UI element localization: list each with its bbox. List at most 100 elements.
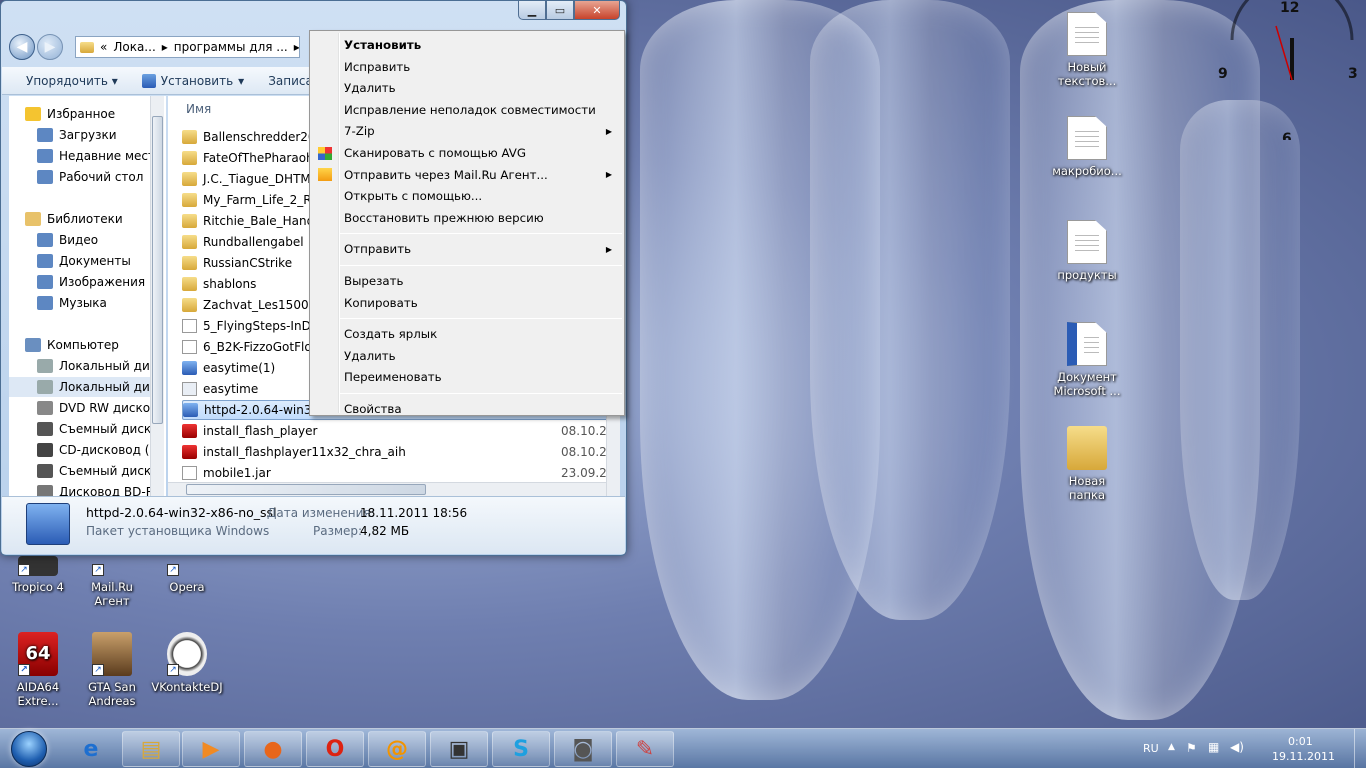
file-row[interactable]: install_flashplayer11x32_chra_aih 08.10.2… — [182, 442, 614, 462]
menu-item[interactable]: Отправить ▶ — [344, 239, 618, 259]
menu-item[interactable]: Удалить — [344, 78, 618, 98]
desktop-icon-new-text[interactable]: Новый текстов... — [1049, 12, 1125, 88]
folder-icon — [182, 214, 197, 228]
menu-item[interactable]: 7-Zip ▶ — [344, 121, 618, 141]
folder-icon — [182, 277, 197, 291]
nav-scrollbar[interactable] — [150, 96, 164, 496]
shortcut-arrow-icon: ↗ — [92, 664, 104, 676]
shortcut-arrow-icon: ↗ — [18, 664, 30, 676]
menu-item[interactable]: Создать ярлык — [344, 324, 618, 344]
menu-item[interactable]: Отправить через Mail.Ru Агент... ▶ — [318, 165, 618, 185]
burn-button[interactable]: Записа — [268, 74, 313, 88]
maximize-button[interactable]: ▭ — [546, 1, 574, 20]
taskbar-button[interactable]: ● — [244, 731, 302, 767]
start-button[interactable] — [3, 730, 55, 768]
flag-icon[interactable]: ⚑ — [1186, 741, 1197, 755]
desktop-icon-aida64[interactable]: 64 ↗ AIDA64 Extre... — [0, 632, 76, 708]
menu-separator — [340, 393, 622, 394]
taskbar-button[interactable]: e — [62, 731, 120, 767]
nav-item[interactable]: Дисковод BD-RC — [9, 482, 154, 496]
tray-expand-icon[interactable]: ▲ — [1168, 742, 1175, 752]
menu-item[interactable]: Копировать — [344, 293, 618, 313]
menu-item[interactable]: Установить — [344, 35, 618, 55]
show-desktop-button[interactable] — [1354, 729, 1366, 768]
desktop-icon-macrobio[interactable]: макробио... — [1049, 116, 1125, 178]
scrollbar-thumb[interactable] — [152, 116, 163, 424]
nav-item-label: Музыка — [59, 296, 107, 310]
star-icon — [25, 107, 41, 121]
menu-item[interactable]: Удалить — [344, 346, 618, 366]
details-filename: httpd-2.0.64-win32-x86-no_ssl — [86, 505, 277, 520]
install-button[interactable]: Установить ▾ — [141, 73, 244, 88]
nav-item[interactable]: Документы — [9, 251, 154, 271]
chevron-down-icon: ▾ — [111, 73, 118, 88]
menu-item[interactable]: Вырезать — [344, 271, 618, 291]
menu-item[interactable]: Свойства — [344, 399, 618, 419]
menu-item[interactable]: Открыть с помощью... — [344, 186, 618, 206]
shortcut-arrow-icon: ↗ — [167, 564, 179, 576]
minimize-button[interactable]: ▁ — [518, 1, 546, 20]
close-button[interactable]: ✕ — [574, 1, 620, 20]
nav-item[interactable]: Рабочий стол — [9, 167, 154, 187]
forward-button[interactable]: ▶ — [37, 34, 63, 60]
back-button[interactable]: ◀ — [9, 34, 35, 60]
menu-item[interactable]: Восстановить прежнюю версию — [344, 208, 618, 228]
taskbar-button[interactable]: ✎ — [616, 731, 674, 767]
desktop-icon-mailru[interactable]: ↗ Mail.Ru Агент — [74, 556, 150, 608]
drive-icon — [37, 380, 53, 394]
nav-item[interactable]: Съемный диск ( — [9, 461, 154, 481]
nav-item[interactable]: CD-дисковод (G: — [9, 440, 154, 460]
nav-item[interactable]: DVD RW дисково — [9, 398, 154, 418]
nav-item[interactable]: Локальный диск — [9, 377, 154, 397]
breadcrumb-segment[interactable]: Лока... — [113, 40, 155, 54]
menu-item[interactable]: Исправление неполадок совместимости — [344, 100, 618, 120]
file-row[interactable]: install_flash_player 08.10.20 — [182, 421, 614, 441]
desktop-icon-vkontaktedj[interactable]: ↗ VKontakteDJ — [149, 632, 225, 694]
address-bar[interactable]: « Лока... ▸ программы для ... ▸ — [75, 36, 300, 58]
column-header-name[interactable]: Имя — [186, 102, 211, 116]
volume-icon[interactable]: ◀) — [1230, 740, 1244, 754]
organize-button[interactable]: Упорядочить ▾ — [26, 74, 118, 88]
language-indicator[interactable]: RU — [1143, 742, 1159, 755]
network-icon[interactable]: ▦ — [1208, 740, 1219, 754]
nav-item[interactable]: Загрузки — [9, 125, 154, 145]
clock-gadget[interactable]: 12 3 6 9 — [1212, 0, 1362, 140]
taskbar-button[interactable]: ▶ — [182, 731, 240, 767]
menu-item[interactable]: Переименовать — [344, 367, 618, 387]
nav-item[interactable]: Локальный диск — [9, 356, 154, 376]
breadcrumb-segment[interactable]: программы для ... — [174, 40, 288, 54]
nav-item[interactable]: Библиотеки — [9, 209, 154, 229]
file-horizontal-scrollbar[interactable] — [168, 482, 606, 496]
nav-item[interactable]: Недавние места — [9, 146, 154, 166]
menu-item[interactable]: Исправить — [344, 57, 618, 77]
nav-item[interactable]: Видео — [9, 230, 154, 250]
audio-file-icon — [182, 319, 197, 333]
taskbar-button[interactable]: ◙ — [554, 731, 612, 767]
taskbar-button[interactable]: S — [492, 731, 550, 767]
nav-item[interactable]: Избранное — [9, 104, 154, 124]
taskbar-button[interactable]: ▤ — [122, 731, 180, 767]
desktop-icon-products[interactable]: продукты — [1049, 220, 1125, 282]
taskbar-button[interactable]: O — [306, 731, 364, 767]
nav-item[interactable]: Компьютер — [9, 335, 154, 355]
menu-item-label: Исправление неполадок совместимости — [344, 102, 596, 117]
desktop-icon-opera[interactable]: ↗ Opera — [149, 556, 225, 594]
taskbar-button[interactable]: ▣ — [430, 731, 488, 767]
clock-time[interactable]: 0:01 — [1288, 735, 1313, 748]
folder-icon — [182, 256, 197, 270]
desktop-icon-word-doc[interactable]: Документ Microsoft ... — [1049, 322, 1125, 398]
clock-date[interactable]: 19.11.2011 — [1272, 750, 1335, 763]
desktop-icon-label: Mail.Ru Агент — [91, 580, 133, 608]
nav-item[interactable]: Съемный диск ( — [9, 419, 154, 439]
desktop-icon-new-folder[interactable]: Новая папка — [1049, 426, 1125, 502]
nav-item[interactable]: Изображения — [9, 272, 154, 292]
desktop-icon-gta[interactable]: ↗ GTA San Andreas — [74, 632, 150, 708]
scrollbar-thumb[interactable] — [186, 484, 426, 495]
menu-item[interactable]: Сканировать с помощью AVG — [318, 143, 618, 163]
nav-item[interactable]: Музыка — [9, 293, 154, 313]
desktop-icon — [37, 170, 53, 184]
menu-item-label: Вырезать — [344, 274, 404, 288]
taskbar-button[interactable]: @ — [368, 731, 426, 767]
file-row[interactable]: mobile1.jar 23.09.20 — [182, 463, 614, 483]
desktop-icon-tropico[interactable]: ↗ Tropico 4 — [0, 556, 76, 594]
